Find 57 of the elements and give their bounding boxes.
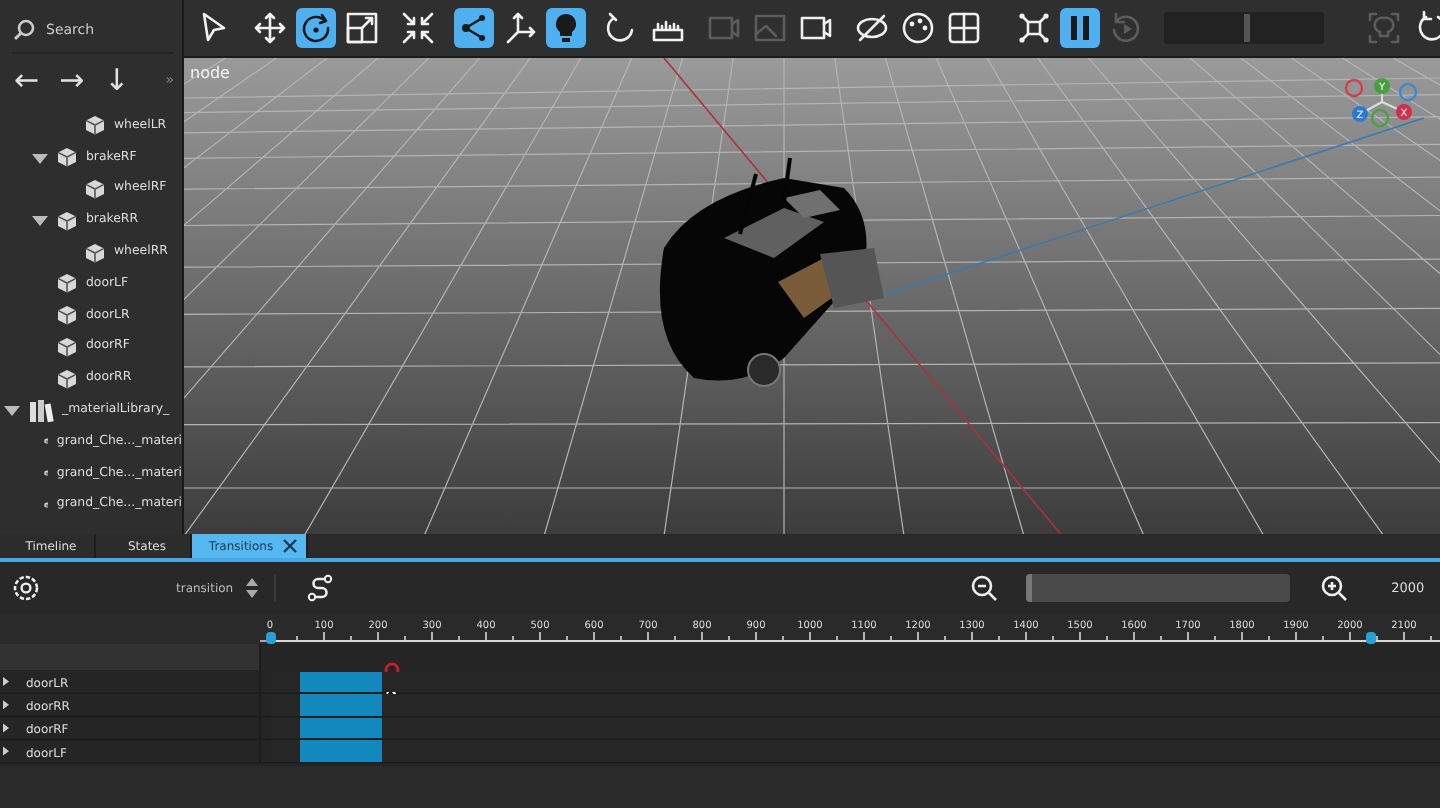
zoom-in-button[interactable] bbox=[1319, 574, 1348, 602]
timeline-scrollbar[interactable] bbox=[1025, 574, 1290, 602]
start-marker[interactable] bbox=[265, 632, 275, 644]
nav-arrow-button[interactable]: ← bbox=[6, 62, 48, 98]
hidden-eye-icon bbox=[854, 10, 890, 46]
network-icon bbox=[1016, 10, 1052, 46]
move-icon bbox=[252, 10, 288, 46]
rotate-icon bbox=[298, 10, 334, 46]
nav-arrow-button[interactable]: ↓ bbox=[96, 62, 138, 98]
mesh-icon bbox=[84, 241, 106, 264]
tool-button[interactable] bbox=[898, 8, 938, 48]
slider-track[interactable] bbox=[1164, 12, 1324, 44]
transition-clip[interactable] bbox=[300, 717, 383, 739]
books-icon bbox=[28, 397, 54, 424]
curve-button[interactable] bbox=[305, 574, 334, 602]
tool-button[interactable] bbox=[944, 8, 984, 48]
transition-clip[interactable] bbox=[300, 740, 383, 762]
scrollbar-thumb[interactable] bbox=[1025, 574, 1032, 602]
mesh-icon bbox=[56, 367, 78, 390]
nav-arrow-button[interactable]: → bbox=[51, 62, 93, 98]
tool-button[interactable] bbox=[454, 8, 494, 48]
settings-icon bbox=[12, 574, 40, 602]
mesh-icon bbox=[56, 272, 78, 295]
tool-button[interactable] bbox=[250, 8, 290, 48]
mesh-icon bbox=[56, 209, 78, 232]
scale-icon bbox=[344, 10, 380, 46]
tool-button[interactable] bbox=[1014, 8, 1054, 48]
mesh-icon bbox=[84, 114, 106, 137]
replay-icon bbox=[1108, 10, 1144, 46]
grid-icon bbox=[946, 10, 982, 46]
transition-clip[interactable] bbox=[300, 671, 383, 693]
tool-button[interactable] bbox=[398, 8, 438, 48]
tool-button[interactable] bbox=[342, 8, 382, 48]
refresh-icon bbox=[1414, 10, 1440, 46]
settings-button[interactable] bbox=[12, 574, 40, 602]
slider-thumb[interactable] bbox=[1244, 14, 1250, 42]
mesh-icon bbox=[56, 146, 78, 169]
zoom-out-button[interactable] bbox=[969, 574, 998, 602]
mesh-icon bbox=[84, 177, 106, 200]
viewport-label: node bbox=[190, 64, 230, 82]
zoom-in-icon bbox=[1319, 574, 1348, 602]
search-icon bbox=[12, 18, 36, 42]
bulb-frame-icon bbox=[1366, 10, 1402, 46]
axes-icon bbox=[502, 10, 538, 46]
tool-button[interactable] bbox=[296, 8, 336, 48]
transition-clip[interactable] bbox=[300, 694, 383, 716]
mesh-icon bbox=[56, 335, 78, 358]
mesh-icon bbox=[56, 304, 78, 327]
zoom-out-icon bbox=[969, 574, 998, 602]
image-icon bbox=[752, 10, 788, 46]
tool-button[interactable] bbox=[546, 8, 586, 48]
tool-button[interactable] bbox=[1060, 8, 1100, 48]
end-marker[interactable] bbox=[1366, 632, 1377, 644]
compress-arrows-icon bbox=[400, 10, 436, 46]
curve-icon bbox=[305, 574, 334, 602]
up-down-caret-icon bbox=[245, 578, 258, 598]
palette-icon bbox=[900, 10, 936, 46]
